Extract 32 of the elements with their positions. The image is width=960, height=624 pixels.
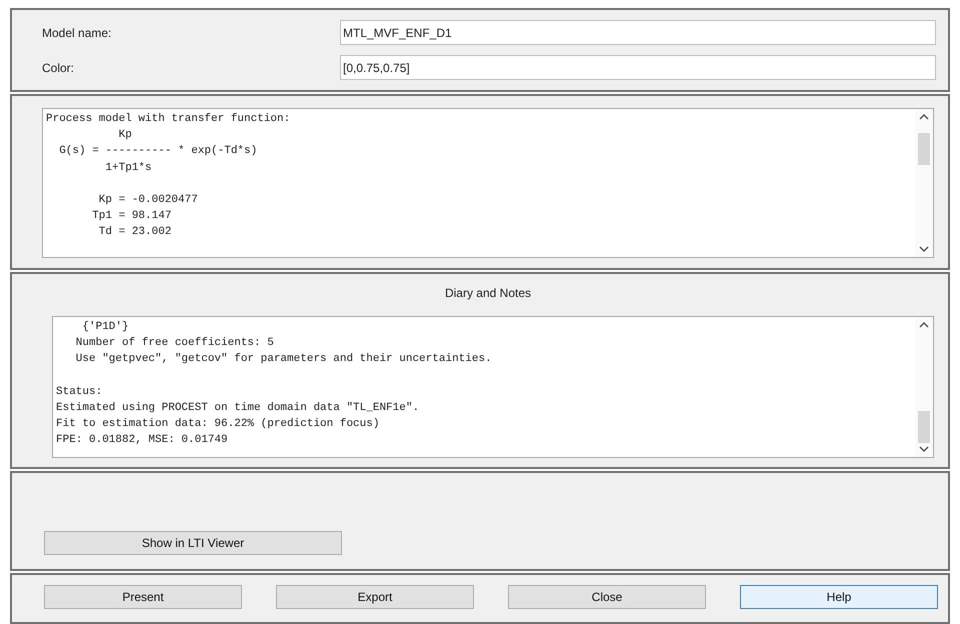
text-line: Td = 23.002 (98, 226, 172, 238)
text-line: Fit to estimation data: 96.22% (prediction focus) (56, 418, 380, 430)
field-label: Color: (42, 60, 76, 76)
text-line: Process model with transfer function: (46, 113, 290, 125)
text-line: Estimated using PROCEST on time domain data "TL_ENF1e". (56, 402, 420, 414)
text-field[interactable]: [0,0.75,0.75] (340, 55, 936, 80)
scroll-up-icon[interactable] (919, 321, 929, 329)
scroll-down-icon[interactable] (919, 245, 929, 253)
text-line: Number of free coefficients: 5 (74, 337, 274, 350)
text-area[interactable] (52, 316, 934, 458)
text-line: G(s) = ---------- * exp(-Td*s) (58, 145, 258, 158)
scroll-up-icon[interactable] (919, 113, 929, 121)
text-line: {'P1D'} (81, 321, 129, 333)
dialog-button[interactable]: Export (276, 585, 474, 609)
field-label: Model name: (42, 24, 112, 42)
panel-title: Diary and Notes (444, 286, 532, 300)
scroll-down-icon[interactable] (919, 445, 929, 453)
text-line: 1+Tp1*s (104, 162, 152, 174)
dialog-button[interactable]: Present (44, 585, 242, 609)
text-area[interactable]: Process model with transfer function: Kp G(s) = ---------- * exp(-Td*s) 1+Tp1*s Kp = -0.0020477 Tp1 = 98.147 Td = 23.002 (42, 108, 934, 258)
text-line: FPE: 0.01882, MSE: 0.01749 (56, 434, 228, 446)
text-field[interactable]: MTL_MVF_ENF_D1 (340, 20, 936, 45)
scrollbar-thumb[interactable] (918, 411, 930, 443)
text-line: Kp (118, 129, 132, 142)
text-line: Status: (56, 386, 102, 398)
dialog-button[interactable]: Show in LTI Viewer (44, 531, 342, 555)
text-line: Tp1 = 98.147 (91, 210, 172, 222)
dialog-button[interactable]: Help (740, 585, 938, 609)
text-line: Kp = -0.0020477 (98, 194, 198, 206)
dialog-button[interactable]: Close (508, 585, 706, 609)
text-line: Use "getpvec", "getcov" for parameters and their uncertainties. (74, 353, 492, 366)
scrollbar-thumb[interactable] (918, 133, 930, 165)
